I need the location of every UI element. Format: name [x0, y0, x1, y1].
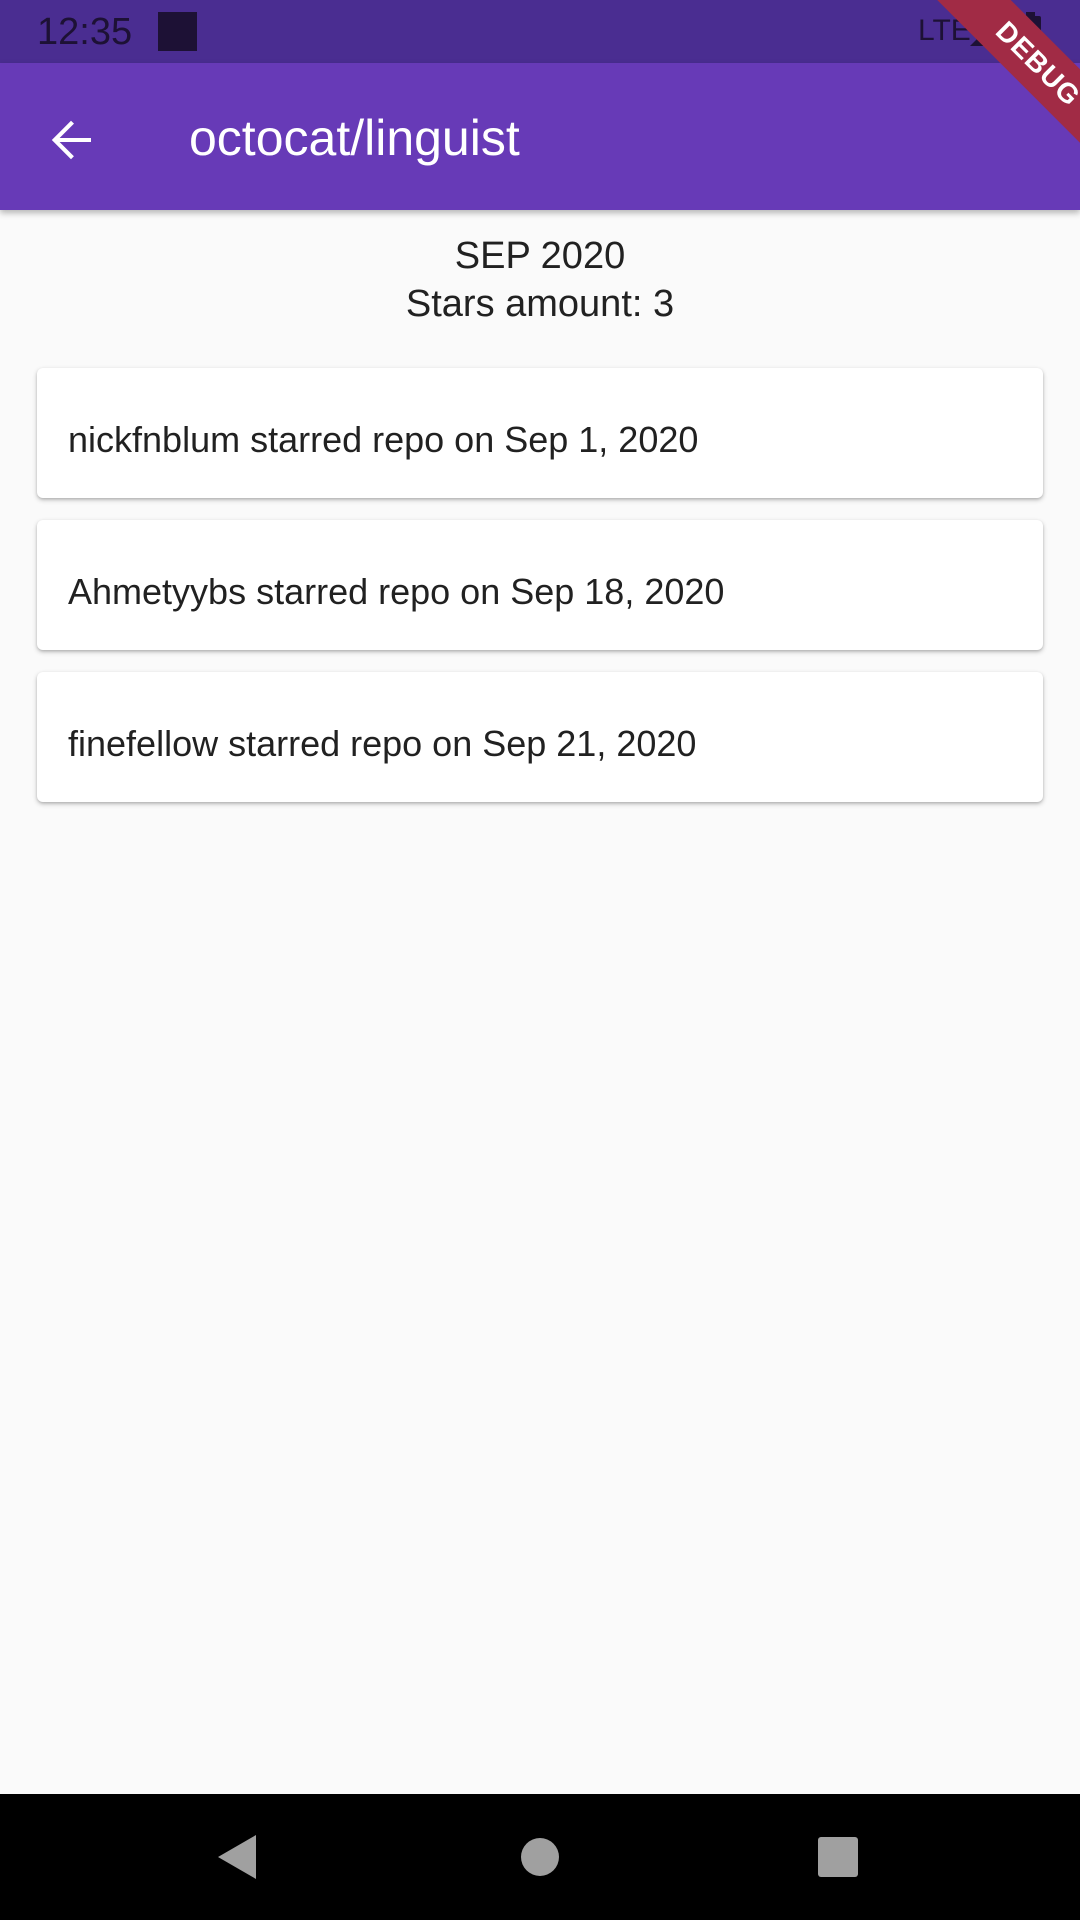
stargazer-card[interactable]: Ahmetyybs starred repo on Sep 18, 2020	[37, 520, 1043, 650]
back-button[interactable]	[30, 99, 114, 183]
system-nav-bar	[0, 1794, 1080, 1920]
app-bar: octocat/linguist	[0, 63, 1080, 210]
status-time: 12:35	[37, 11, 133, 53]
nav-recents-button[interactable]	[790, 1809, 886, 1905]
stargazer-text: finefellow starred repo on Sep 21, 2020	[68, 723, 697, 764]
nav-home-button[interactable]	[492, 1809, 588, 1905]
stars-amount-label: Stars amount: 3	[405, 283, 675, 325]
nav-recents-icon	[818, 1837, 858, 1877]
nav-home-icon	[521, 1838, 559, 1876]
status-bar: 12:35 LTE	[0, 0, 1080, 63]
stargazer-text: Ahmetyybs starred repo on Sep 18, 2020	[68, 571, 725, 612]
stargazer-card[interactable]: finefellow starred repo on Sep 21, 2020	[37, 672, 1043, 802]
stargazer-text: nickfnblum starred repo on Sep 1, 2020	[68, 419, 699, 460]
month-label: SEP 2020	[454, 235, 626, 277]
nav-back-icon	[218, 1835, 256, 1879]
notification-square-icon	[158, 12, 197, 51]
stargazer-card[interactable]: nickfnblum starred repo on Sep 1, 2020	[37, 368, 1043, 498]
arrow-back-icon	[51, 120, 91, 160]
page-title: octocat/linguist	[189, 110, 520, 166]
nav-back-button[interactable]	[190, 1809, 286, 1905]
stars-summary: SEP 2020 Stars amount: 3	[0, 232, 1080, 328]
